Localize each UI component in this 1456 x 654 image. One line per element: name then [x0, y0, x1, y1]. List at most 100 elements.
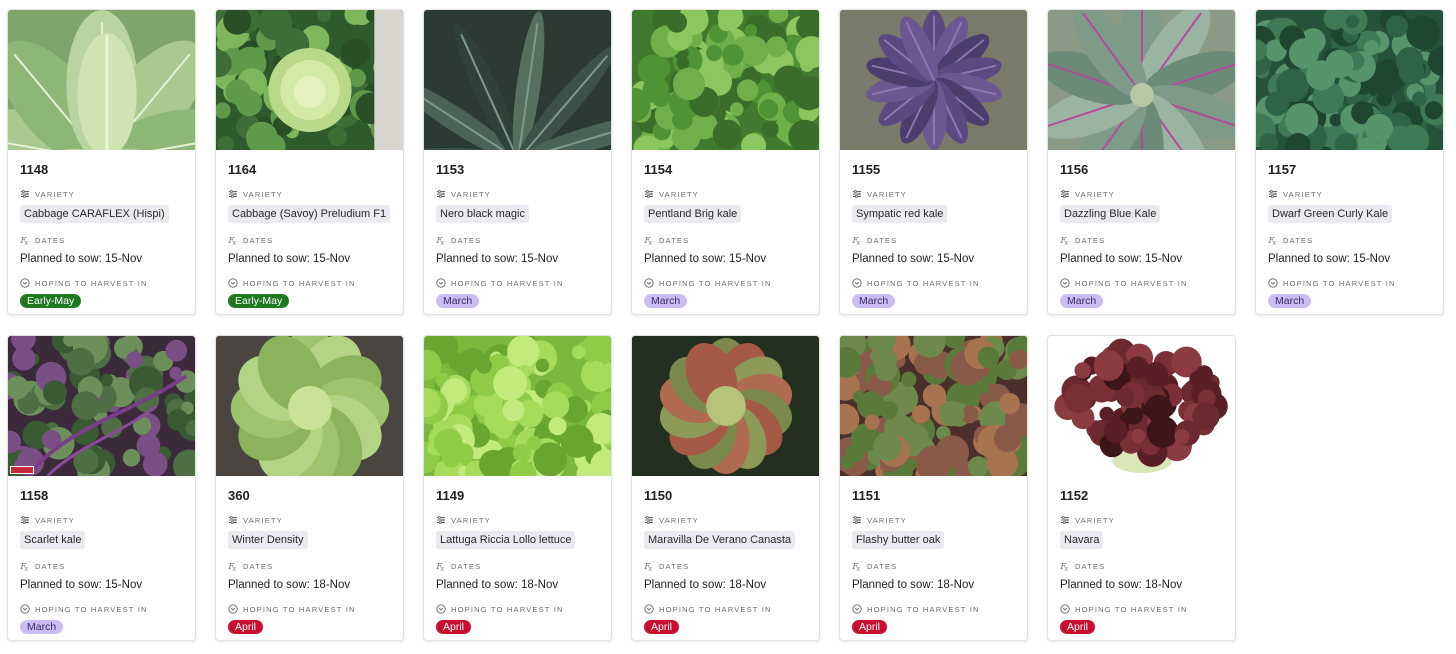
variety-tag[interactable]: Pentland Brig kale	[644, 205, 742, 223]
card-cover-image[interactable]	[1048, 10, 1235, 150]
card-title: 360	[228, 488, 250, 503]
harvest-label: HOPING TO HARVEST IN	[1060, 603, 1223, 615]
svg-text:x: x	[232, 240, 238, 245]
variety-tag[interactable]: Cabbage (Savoy) Preludium F1	[228, 205, 391, 223]
svg-text:x: x	[648, 566, 654, 571]
variety-label-text: VARIETY	[35, 189, 75, 199]
harvest-pill[interactable]: April	[852, 620, 888, 634]
gallery-card[interactable]: 1152 VARIETY Navara fx DATES Planned to …	[1047, 335, 1236, 641]
gallery-card[interactable]: 1153 VARIETY Nero black magic fx DATES P…	[423, 9, 612, 315]
harvest-label: HOPING TO HARVEST IN	[1268, 277, 1431, 289]
dates-label-text: DATES	[243, 235, 274, 245]
gallery-card[interactable]: 1155 VARIETY Sympatic red kale fx DATES …	[839, 9, 1028, 315]
gallery-card[interactable]: 1148 VARIETY Cabbage CARAFLEX (Hispi) fx…	[7, 9, 196, 315]
card-cover-image[interactable]	[216, 10, 403, 150]
chevron-circle-icon	[1268, 278, 1278, 288]
harvest-label-text: HOPING TO HARVEST IN	[35, 604, 148, 614]
variety-label-text: VARIETY	[1075, 515, 1115, 525]
harvest-pill[interactable]: March	[644, 294, 688, 308]
card-title: 1156	[1060, 162, 1089, 177]
card-cover-image[interactable]	[424, 10, 611, 150]
variety-tag[interactable]: Dwarf Green Curly Kale	[1268, 205, 1393, 223]
formula-icon: fx	[228, 235, 238, 246]
variety-tag[interactable]: Sympatic red kale	[852, 205, 948, 223]
variety-tag[interactable]: Flashy butter oak	[852, 531, 945, 549]
variety-tag[interactable]: Dazzling Blue Kale	[1060, 205, 1161, 223]
svg-text:x: x	[1064, 566, 1070, 571]
gallery-card[interactable]: 1158 VARIETY Scarlet kale fx DATES Plann…	[7, 335, 196, 641]
list-settings-icon	[228, 515, 238, 525]
chevron-circle-icon	[228, 604, 238, 614]
variety-tag[interactable]: Maravilla De Verano Canasta	[644, 531, 796, 549]
gallery-card[interactable]: 1156 VARIETY Dazzling Blue Kale fx DATES…	[1047, 9, 1236, 315]
svg-text:x: x	[856, 240, 862, 245]
card-title: 1158	[20, 488, 49, 503]
dates-label: fx DATES	[20, 234, 183, 247]
harvest-pill[interactable]: April	[644, 620, 680, 634]
list-settings-icon	[20, 189, 30, 199]
harvest-pill[interactable]: March	[436, 294, 480, 308]
variety-label-text: VARIETY	[35, 515, 75, 525]
dates-label: fx DATES	[228, 234, 391, 247]
card-cover-image[interactable]	[1256, 10, 1443, 150]
harvest-pill[interactable]: Early-May	[228, 294, 290, 308]
card-cover-image[interactable]	[424, 336, 611, 476]
card-cover-image[interactable]	[632, 10, 819, 150]
gallery-card[interactable]: 1151 VARIETY Flashy butter oak fx DATES …	[839, 335, 1028, 641]
dates-value: Planned to sow: 18-Nov	[852, 579, 975, 591]
gallery-card[interactable]: 1150 VARIETY Maravilla De Verano Canasta…	[631, 335, 820, 641]
harvest-pill[interactable]: April	[1060, 620, 1096, 634]
variety-label-text: VARIETY	[659, 515, 699, 525]
harvest-pill[interactable]: Early-May	[20, 294, 82, 308]
harvest-pill[interactable]: March	[1268, 294, 1312, 308]
card-cover-image[interactable]	[840, 10, 1027, 150]
dates-value: Planned to sow: 15-Nov	[20, 253, 143, 265]
dates-value: Planned to sow: 18-Nov	[644, 579, 767, 591]
chevron-circle-icon	[436, 604, 446, 614]
gallery-card[interactable]: 1157 VARIETY Dwarf Green Curly Kale fx D…	[1255, 9, 1444, 315]
variety-tag[interactable]: Scarlet kale	[20, 531, 86, 549]
harvest-label-text: HOPING TO HARVEST IN	[451, 604, 564, 614]
harvest-label-text: HOPING TO HARVEST IN	[867, 278, 980, 288]
harvest-pill[interactable]: April	[228, 620, 264, 634]
formula-icon: fx	[436, 235, 446, 246]
dates-label: fx DATES	[436, 234, 599, 247]
variety-label: VARIETY	[852, 514, 1015, 526]
gallery-card[interactable]: 1149 VARIETY Lattuga Riccia Lollo lettuc…	[423, 335, 612, 641]
card-cover-image[interactable]	[216, 336, 403, 476]
gallery-card[interactable]: 1164 VARIETY Cabbage (Savoy) Preludium F…	[215, 9, 404, 315]
variety-label: VARIETY	[228, 514, 391, 526]
variety-tag[interactable]: Cabbage CARAFLEX (Hispi)	[20, 205, 169, 223]
variety-tag[interactable]: Lattuga Riccia Lollo lettuce	[436, 531, 576, 549]
gallery-card[interactable]: 360 VARIETY Winter Density fx DATES Plan…	[215, 335, 404, 641]
harvest-pill[interactable]: March	[20, 620, 64, 634]
card-cover-image[interactable]	[632, 336, 819, 476]
dates-label: fx DATES	[20, 560, 183, 573]
harvest-pill[interactable]: March	[852, 294, 896, 308]
card-title: 1157	[1268, 162, 1297, 177]
card-title: 1153	[436, 162, 465, 177]
card-cover-image[interactable]	[1048, 336, 1235, 476]
harvest-label: HOPING TO HARVEST IN	[436, 603, 599, 615]
list-settings-icon	[436, 189, 446, 199]
variety-tag[interactable]: Winter Density	[228, 531, 308, 549]
harvest-label-text: HOPING TO HARVEST IN	[35, 278, 148, 288]
harvest-pill[interactable]: April	[436, 620, 472, 634]
harvest-pill[interactable]: March	[1060, 294, 1104, 308]
harvest-label-text: HOPING TO HARVEST IN	[867, 604, 980, 614]
dates-label-text: DATES	[451, 561, 482, 571]
gallery-card[interactable]: 1154 VARIETY Pentland Brig kale fx DATES…	[631, 9, 820, 315]
variety-tag[interactable]: Navara	[1060, 531, 1104, 549]
variety-label: VARIETY	[20, 514, 183, 526]
card-cover-image[interactable]	[8, 10, 195, 150]
harvest-label-text: HOPING TO HARVEST IN	[451, 278, 564, 288]
variety-label: VARIETY	[1268, 188, 1431, 200]
harvest-label-text: HOPING TO HARVEST IN	[1075, 278, 1188, 288]
harvest-label: HOPING TO HARVEST IN	[436, 277, 599, 289]
variety-label-text: VARIETY	[451, 189, 491, 199]
card-cover-image[interactable]	[840, 336, 1027, 476]
variety-label-text: VARIETY	[1283, 189, 1323, 199]
card-cover-image[interactable]	[8, 336, 195, 476]
variety-tag[interactable]: Nero black magic	[436, 205, 529, 223]
formula-icon: fx	[1268, 235, 1278, 246]
